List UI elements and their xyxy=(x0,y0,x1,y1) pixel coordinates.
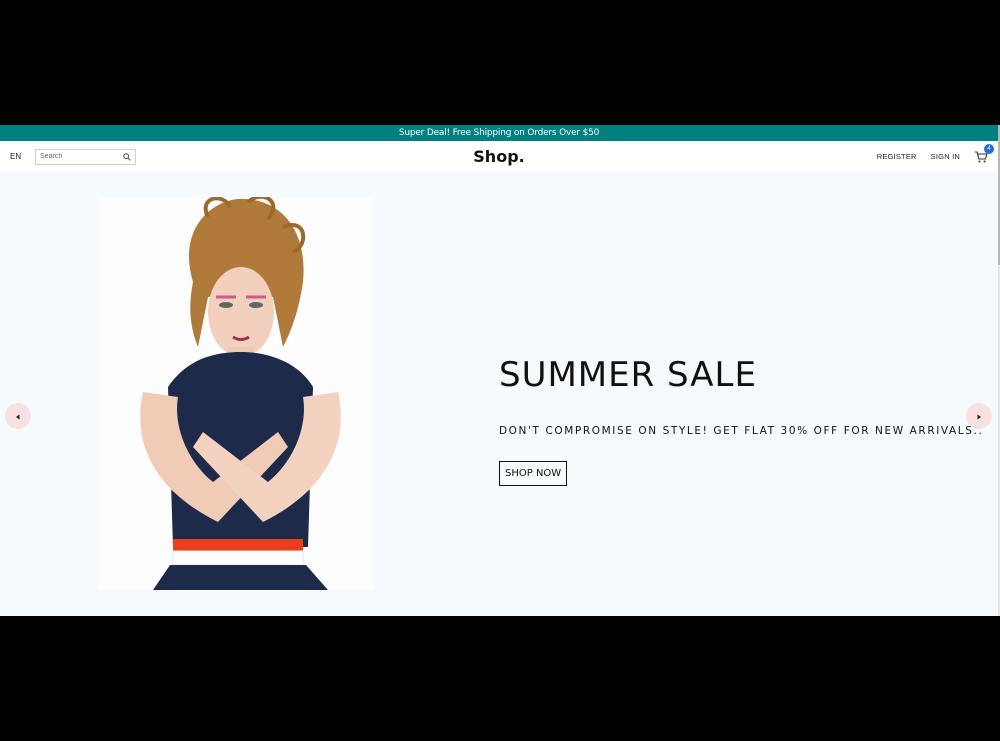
search-container xyxy=(35,148,137,165)
language-selector[interactable]: EN xyxy=(10,152,21,161)
hero-model-image xyxy=(98,197,374,590)
arrow-left-icon xyxy=(15,407,21,425)
announcement-text: Super Deal! Free Shipping on Orders Over… xyxy=(398,128,600,138)
register-link[interactable]: REGISTER xyxy=(877,152,917,161)
search-icon[interactable] xyxy=(123,152,131,161)
announcement-bar: Super Deal! Free Shipping on Orders Over… xyxy=(0,125,998,141)
search-input[interactable] xyxy=(40,153,121,160)
hero-description: DON'T COMPROMISE ON STYLE! GET FLAT 30% … xyxy=(499,425,984,437)
sign-in-link[interactable]: SIGN IN xyxy=(931,152,960,161)
hero-slider: SUMMER SALE DON'T COMPROMISE ON STYLE! G… xyxy=(0,172,998,616)
navbar-right: REGISTER SIGN IN 4 xyxy=(877,141,994,172)
hero-text-block: SUMMER SALE DON'T COMPROMISE ON STYLE! G… xyxy=(499,355,984,486)
cart-count-badge: 4 xyxy=(984,143,994,154)
navbar: EN Shop. REGISTER SIGN IN xyxy=(0,141,998,172)
navbar-left: EN xyxy=(0,148,300,165)
cart-button[interactable]: 4 xyxy=(974,143,994,164)
shop-now-button[interactable]: SHOP NOW xyxy=(499,461,568,486)
slider-prev-button[interactable] xyxy=(5,403,31,429)
browser-viewport: Super Deal! Free Shipping on Orders Over… xyxy=(0,125,1000,616)
arrow-right-icon xyxy=(976,407,982,425)
slider-next-button[interactable] xyxy=(966,403,992,429)
hero-title: SUMMER SALE xyxy=(499,355,757,395)
